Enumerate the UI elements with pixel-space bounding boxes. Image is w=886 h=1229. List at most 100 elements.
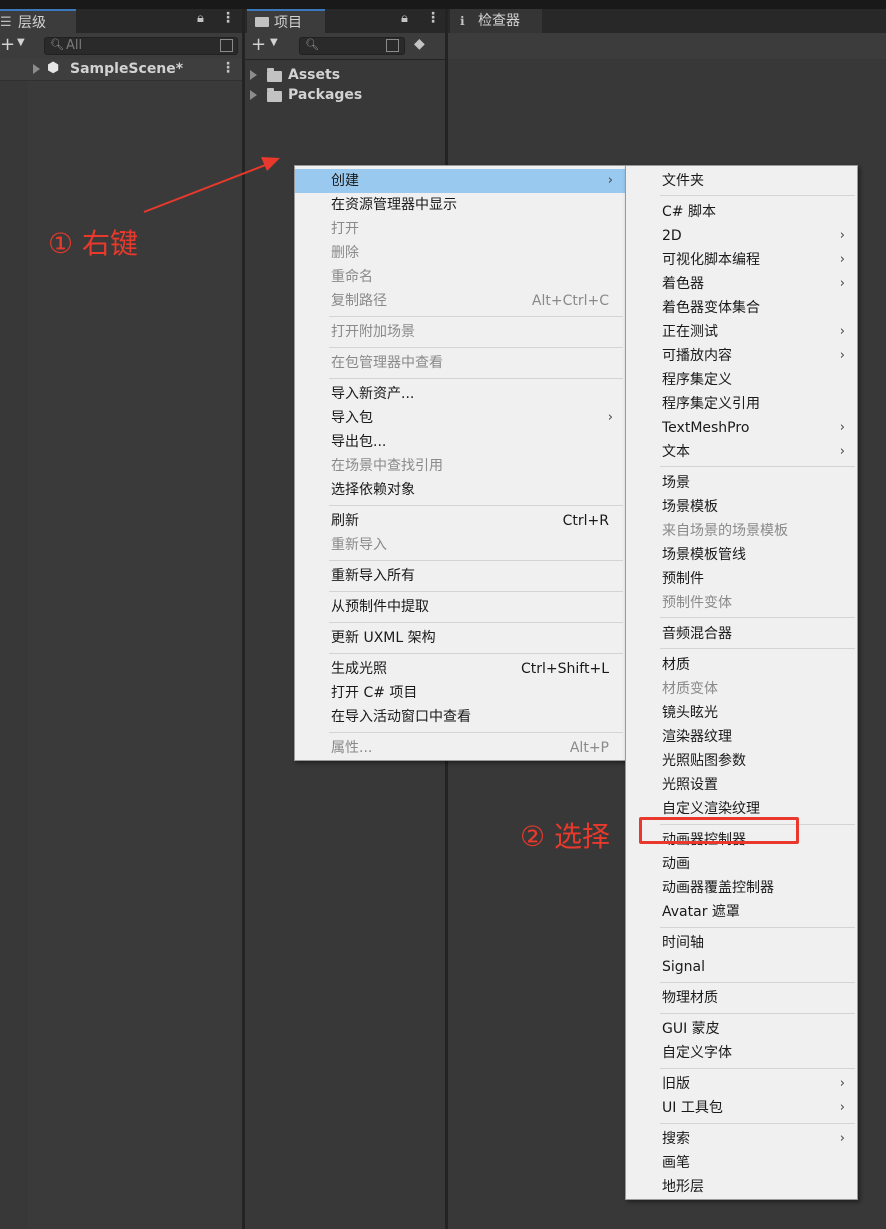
hierarchy-search-input[interactable]: 🔍︎ All bbox=[44, 37, 238, 55]
filter-by-label-icon[interactable]: ◆ bbox=[414, 36, 425, 52]
tab-inspector[interactable]: ℹ 检查器 bbox=[450, 9, 542, 33]
create-submenu-item[interactable]: 画笔 bbox=[626, 1151, 857, 1175]
context-menu-item[interactable]: 刷新 Ctrl+R bbox=[295, 509, 625, 533]
folder-assets[interactable]: Assets bbox=[288, 65, 340, 85]
search-by-type-icon[interactable] bbox=[220, 39, 233, 52]
context-menu-item-shortcut: Ctrl+R bbox=[562, 513, 609, 529]
create-submenu-item-label: 光照设置 bbox=[662, 777, 718, 793]
chevron-right-icon: › bbox=[607, 173, 613, 188]
context-menu-item[interactable]: 在资源管理器中显示 bbox=[295, 193, 625, 217]
create-submenu-item-label: 时间轴 bbox=[662, 935, 704, 951]
create-submenu-item[interactable]: 光照设置 bbox=[626, 773, 857, 797]
context-menu-item-label: 复制路径 bbox=[331, 293, 387, 309]
expand-arrow-icon[interactable] bbox=[33, 64, 40, 74]
context-menu-item[interactable]: 选择依赖对象 bbox=[295, 478, 625, 502]
project-add-chevron-icon[interactable]: ▼ bbox=[270, 37, 278, 48]
create-submenu-item[interactable]: 文件夹 bbox=[626, 169, 857, 193]
create-submenu-item[interactable]: C# 脚本 bbox=[626, 200, 857, 224]
chevron-right-icon: › bbox=[607, 410, 613, 425]
menu-separator bbox=[660, 982, 855, 983]
create-submenu-item[interactable]: UI 工具包 › bbox=[626, 1096, 857, 1120]
create-submenu-item[interactable]: Signal bbox=[626, 955, 857, 979]
create-submenu-item[interactable]: 可视化脚本编程 › bbox=[626, 248, 857, 272]
create-submenu-item[interactable]: 2D › bbox=[626, 224, 857, 248]
create-submenu-item[interactable]: 程序集定义 bbox=[626, 368, 857, 392]
create-submenu-item[interactable]: 动画器覆盖控制器 bbox=[626, 876, 857, 900]
folder-packages[interactable]: Packages bbox=[288, 85, 362, 105]
create-submenu-item[interactable]: Avatar 遮罩 bbox=[626, 900, 857, 924]
create-submenu-item[interactable]: 旧版 › bbox=[626, 1072, 857, 1096]
context-menu-item-label: 重新导入所有 bbox=[331, 568, 415, 584]
create-submenu-item[interactable]: 着色器变体集合 bbox=[626, 296, 857, 320]
create-submenu-item-label: 物理材质 bbox=[662, 990, 718, 1006]
project-tab-label: 项目 bbox=[274, 15, 302, 31]
assets-expand-icon[interactable] bbox=[250, 70, 257, 80]
create-submenu-item-label: 正在测试 bbox=[662, 324, 718, 340]
create-submenu-item[interactable]: 材质 bbox=[626, 653, 857, 677]
create-submenu-item[interactable]: 预制件 bbox=[626, 567, 857, 591]
create-submenu-item[interactable]: 自定义字体 bbox=[626, 1041, 857, 1065]
context-menu-item: 复制路径 Alt+Ctrl+C bbox=[295, 289, 625, 313]
context-menu-item[interactable]: 更新 UXML 架构 bbox=[295, 626, 625, 650]
create-submenu-item[interactable]: TextMeshPro › bbox=[626, 416, 857, 440]
list-icon: ☰ bbox=[0, 15, 12, 30]
create-submenu-item[interactable]: 渲染器纹理 bbox=[626, 725, 857, 749]
scene-more-icon[interactable]: ⋮ bbox=[221, 60, 235, 76]
create-submenu-item[interactable]: GUI 蒙皮 bbox=[626, 1017, 857, 1041]
chevron-right-icon: › bbox=[839, 420, 845, 435]
create-submenu-item[interactable]: 物理材质 bbox=[626, 986, 857, 1010]
create-submenu-item: 来自场景的场景模板 bbox=[626, 519, 857, 543]
project-lock-icon[interactable]: 🔒︎ bbox=[401, 11, 408, 26]
create-submenu-item[interactable]: 搜索 › bbox=[626, 1127, 857, 1151]
context-menu-item[interactable]: 重新导入所有 bbox=[295, 564, 625, 588]
context-menu-item[interactable]: 导入包 › bbox=[295, 406, 625, 430]
tab-hierarchy[interactable]: ☰ 层级 bbox=[0, 9, 76, 33]
more-icon[interactable]: ⋮ bbox=[221, 10, 235, 26]
packages-folder-icon bbox=[267, 88, 282, 102]
create-submenu-item[interactable]: 正在测试 › bbox=[626, 320, 857, 344]
annotation-select: ② 选择 bbox=[520, 820, 611, 853]
create-submenu-item[interactable]: 光照贴图参数 bbox=[626, 749, 857, 773]
create-submenu-item[interactable]: 程序集定义引用 bbox=[626, 392, 857, 416]
menu-separator bbox=[329, 347, 623, 348]
create-submenu-item-label: 动画 bbox=[662, 856, 690, 872]
create-submenu: 文件夹 C# 脚本 2D › 可视化脚本编程 › 着色器 › 着色器变体集合 正在测试 › 可播放内容… bbox=[625, 165, 858, 1200]
project-search-type-icon[interactable] bbox=[386, 39, 399, 52]
menu-separator bbox=[660, 466, 855, 467]
create-submenu-item-label: 场景模板管线 bbox=[662, 547, 746, 563]
create-submenu-item-label: 场景 bbox=[662, 475, 690, 491]
menu-separator bbox=[660, 927, 855, 928]
chevron-down-icon[interactable]: ▼ bbox=[17, 37, 25, 48]
annotation-right-click: ① 右键 bbox=[48, 227, 139, 260]
create-submenu-item[interactable]: 场景 bbox=[626, 471, 857, 495]
context-menu-item[interactable]: 打开 C# 项目 bbox=[295, 681, 625, 705]
create-submenu-item[interactable]: 地形层 bbox=[626, 1175, 857, 1199]
lock-icon[interactable]: 🔒︎ bbox=[197, 11, 204, 26]
project-more-icon[interactable]: ⋮ bbox=[426, 10, 440, 26]
create-submenu-item[interactable]: 文本 › bbox=[626, 440, 857, 464]
context-menu-item[interactable]: 导出包... bbox=[295, 430, 625, 454]
context-menu-item[interactable]: 创建 › bbox=[295, 169, 625, 193]
context-menu-item-label: 刷新 bbox=[331, 513, 359, 529]
context-menu-item[interactable]: 导入新资产... bbox=[295, 382, 625, 406]
context-menu-item[interactable]: 从预制件中提取 bbox=[295, 595, 625, 619]
create-submenu-item[interactable]: 镜头眩光 bbox=[626, 701, 857, 725]
create-submenu-item[interactable]: 着色器 › bbox=[626, 272, 857, 296]
create-submenu-item[interactable]: 场景模板管线 bbox=[626, 543, 857, 567]
context-menu-item[interactable]: 在导入活动窗口中查看 bbox=[295, 705, 625, 729]
create-submenu-item[interactable]: 时间轴 bbox=[626, 931, 857, 955]
create-submenu-item[interactable]: 可播放内容 › bbox=[626, 344, 857, 368]
tab-project[interactable]: 项目 bbox=[247, 9, 325, 33]
project-add-icon[interactable]: + bbox=[251, 34, 266, 55]
add-icon[interactable]: + bbox=[0, 34, 15, 55]
create-submenu-item-label: 预制件 bbox=[662, 571, 704, 587]
create-submenu-item[interactable]: 场景模板 bbox=[626, 495, 857, 519]
packages-expand-icon[interactable] bbox=[250, 90, 257, 100]
create-submenu-item-label: C# 脚本 bbox=[662, 204, 716, 220]
create-submenu-item[interactable]: 音频混合器 bbox=[626, 622, 857, 646]
create-submenu-item[interactable]: 动画 bbox=[626, 852, 857, 876]
create-submenu-item-label: Avatar 遮罩 bbox=[662, 904, 740, 920]
project-search-input[interactable]: 🔍︎ bbox=[299, 37, 405, 55]
inspector-toolbar bbox=[448, 33, 886, 59]
context-menu-item[interactable]: 生成光照 Ctrl+Shift+L bbox=[295, 657, 625, 681]
